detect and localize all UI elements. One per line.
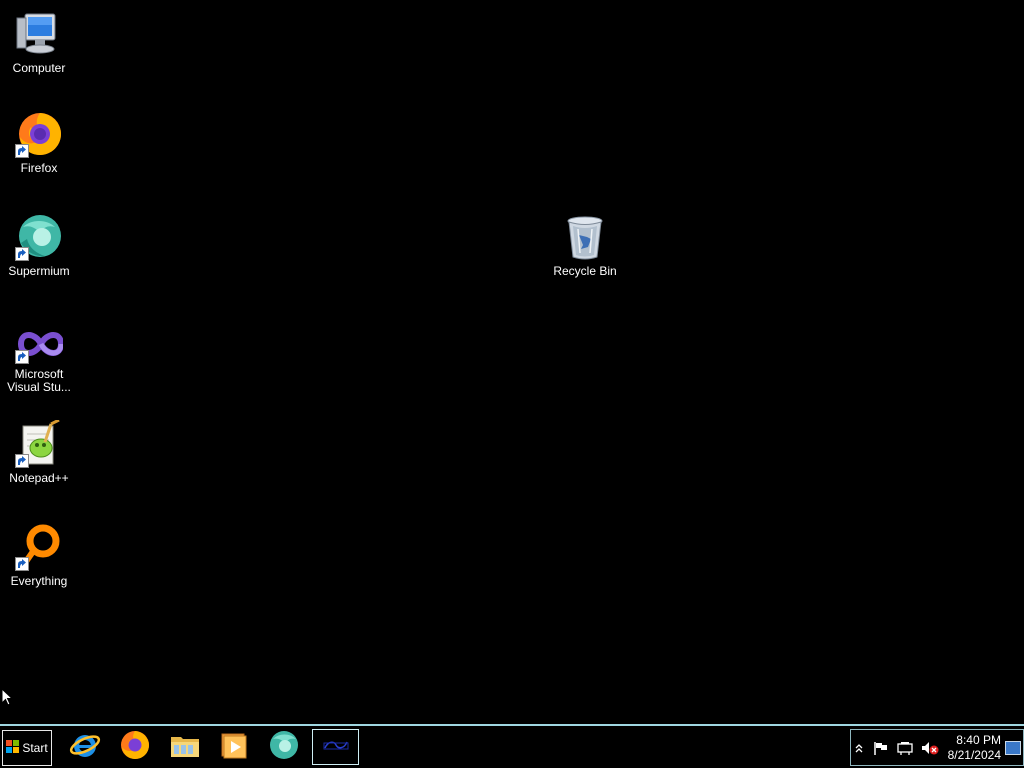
taskbar-app-media-player[interactable] — [212, 729, 256, 765]
shortcut-arrow-icon — [15, 557, 29, 571]
recycle-bin-icon — [561, 213, 609, 261]
taskbar-app-internet-explorer[interactable] — [63, 729, 107, 765]
network-icon[interactable] — [897, 741, 913, 755]
clock[interactable]: 8:40 PM 8/21/2024 — [937, 733, 1001, 763]
desktop-icon-recycle-bin[interactable]: Recycle Bin — [546, 213, 624, 278]
taskbar: Start 8:40 PM 8/21/2024 — [0, 724, 1024, 768]
desktop-icon-everything[interactable]: Everything — [0, 523, 78, 588]
active-window-icon — [322, 738, 350, 757]
media-player-icon — [218, 729, 250, 766]
show-hidden-icons-chevron-icon[interactable] — [854, 741, 870, 755]
clock-time: 8:40 PM — [956, 733, 1001, 747]
clock-date: 8/21/2024 — [947, 748, 1001, 762]
desktop-icon-notepad-plus-plus[interactable]: Notepad++ — [0, 418, 78, 485]
shortcut-arrow-icon — [15, 144, 29, 158]
everything-icon — [15, 523, 63, 571]
desktop-icon-label: Recycle Bin — [553, 264, 617, 278]
mouse-cursor-icon — [1, 687, 14, 711]
taskbar-app-supermium[interactable] — [262, 729, 306, 765]
desktop-icon-visual-studio[interactable]: Microsoft Visual Stu... — [0, 324, 78, 394]
internet-explorer-icon — [69, 729, 101, 766]
notepad-plus-plus-icon — [15, 418, 63, 468]
system-tray: 8:40 PM 8/21/2024 — [850, 729, 1024, 766]
firefox-icon — [15, 110, 63, 158]
taskbar-app-firefox[interactable] — [113, 729, 157, 765]
desktop-icon-label: Computer — [12, 61, 66, 75]
volume-muted-icon[interactable] — [921, 741, 939, 755]
start-button[interactable]: Start — [2, 730, 52, 766]
desktop-icon-firefox[interactable]: Firefox — [0, 110, 78, 175]
desktop-icon-label: Supermium — [8, 264, 70, 278]
desktop-icon-label: Microsoft Visual Stu... — [7, 367, 71, 394]
desktop-icon-supermium[interactable]: Supermium — [0, 213, 78, 278]
action-center-flag-icon[interactable] — [873, 741, 889, 755]
shortcut-arrow-icon — [15, 454, 29, 468]
shortcut-arrow-icon — [15, 247, 29, 261]
desktop-icon-label: Firefox — [20, 161, 58, 175]
windows-logo-icon — [6, 740, 20, 756]
desktop-icon-label: Notepad++ — [9, 471, 69, 485]
show-desktop-button[interactable] — [1005, 741, 1021, 755]
visual-studio-icon — [15, 324, 65, 364]
desktop-icon-label: Everything — [10, 574, 68, 588]
taskbar-app-file-explorer[interactable] — [163, 729, 207, 765]
file-explorer-icon — [169, 729, 201, 766]
start-label: Start — [22, 741, 48, 755]
taskbar-app-active-window[interactable] — [312, 729, 359, 765]
supermium-icon — [268, 729, 300, 766]
firefox-icon — [119, 729, 151, 766]
supermium-icon — [15, 213, 63, 261]
desktop: Computer Firefox Supermium Microsoft Vis… — [0, 0, 1024, 724]
computer-icon — [15, 10, 63, 58]
desktop-icon-computer[interactable]: Computer — [0, 10, 78, 75]
shortcut-arrow-icon — [15, 350, 29, 364]
